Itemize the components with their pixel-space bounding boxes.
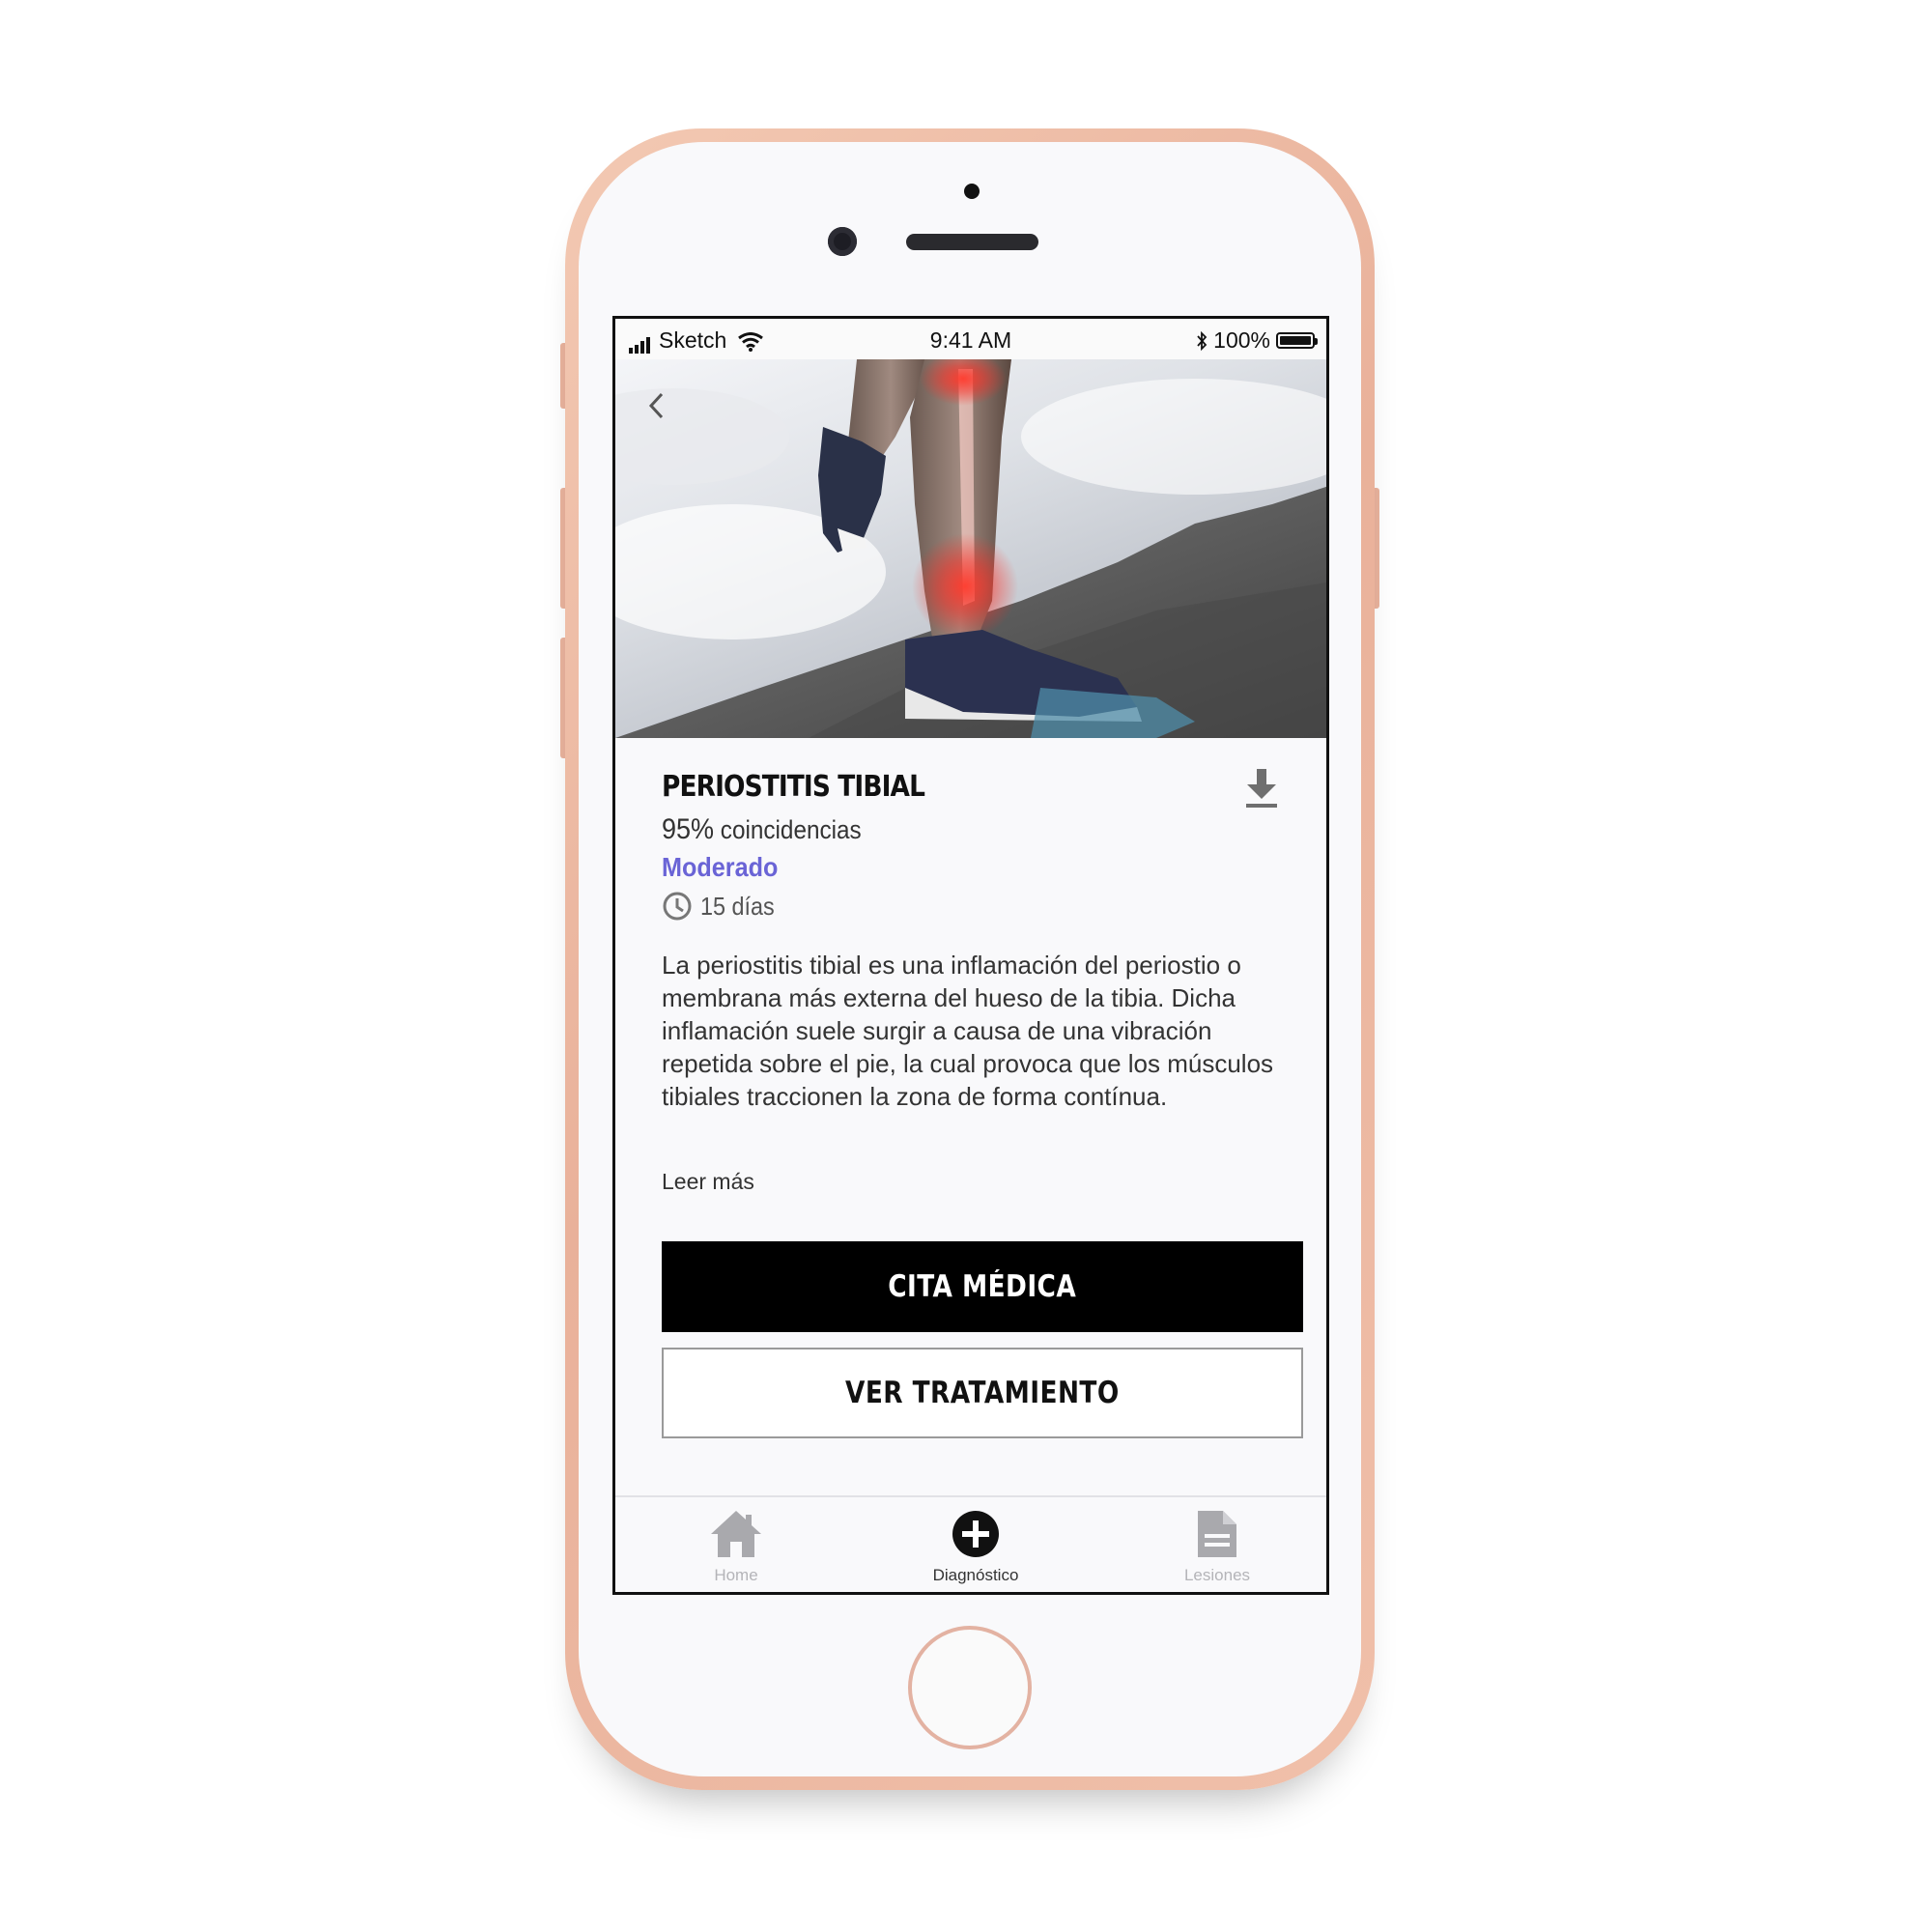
tab-bar: Home Diagnóstico Lesiones [615, 1495, 1326, 1592]
download-icon[interactable] [1243, 767, 1280, 811]
condition-title: PERIOSTITIS TIBIAL [662, 770, 925, 804]
tab-home-label: Home [714, 1566, 758, 1584]
chevron-left-icon[interactable] [642, 388, 671, 423]
match-label: coincidencias [720, 815, 862, 844]
severity-label: Moderado [662, 852, 779, 882]
hero-illustration [615, 359, 1326, 738]
clock-icon [663, 892, 692, 921]
match-score: 95% coincidencias [662, 813, 862, 846]
status-bar: Sketch 9:41 AM 100% [615, 319, 1326, 359]
battery-percent: 100% [1213, 327, 1270, 353]
duration-label: 15 días [700, 891, 775, 921]
runner-shin-image [615, 359, 1326, 738]
document-icon [1198, 1511, 1236, 1557]
read-more-link[interactable]: Leer más [662, 1169, 754, 1195]
tab-lesiones[interactable]: Lesiones [1150, 1509, 1285, 1585]
front-camera [828, 227, 857, 256]
tab-lesiones-label: Lesiones [1183, 1566, 1251, 1584]
tab-home[interactable]: Home [668, 1509, 804, 1585]
view-treatment-label: VER TRATAMIENTO [845, 1376, 1120, 1410]
plus-circle-icon [952, 1511, 999, 1557]
match-percent: 95% [662, 813, 715, 845]
app-screen: Sketch 9:41 AM 100% PERIOSTITIS TIBIAL 9… [612, 316, 1329, 1595]
duration-row: 15 días [662, 891, 782, 922]
battery-icon [1276, 332, 1318, 349]
earpiece-speaker [906, 234, 1038, 250]
view-treatment-button[interactable]: VER TRATAMIENTO [662, 1348, 1303, 1438]
medical-appointment-label: CITA MÉDICA [888, 1269, 1077, 1304]
proximity-sensor [964, 184, 980, 199]
tab-diagnostico[interactable]: Diagnóstico [908, 1509, 1043, 1585]
home-icon [711, 1511, 761, 1557]
home-hardware-button[interactable] [908, 1626, 1032, 1749]
bluetooth-icon [1197, 330, 1208, 351]
tab-diagnostico-label: Diagnóstico [932, 1566, 1019, 1584]
condition-description: La periostitis tibial es una inflamación… [662, 951, 1274, 1111]
medical-appointment-button[interactable]: CITA MÉDICA [662, 1241, 1303, 1332]
